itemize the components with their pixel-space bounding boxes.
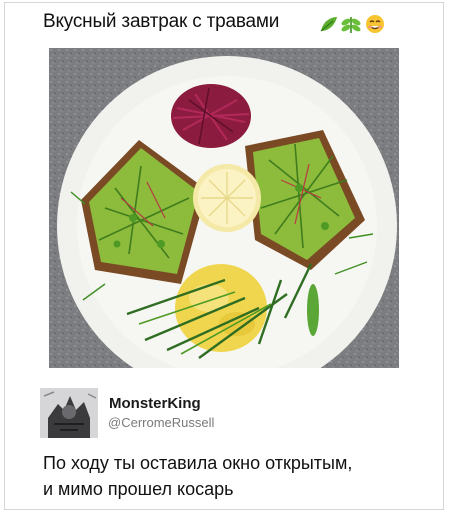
post-caption: Вкусный завтрак с травами: [43, 11, 280, 32]
tweet-text-line: По ходу ты оставила окно открытым,: [43, 453, 353, 473]
tweet-text-line: и мимо прошел косарь: [43, 479, 234, 499]
caption-emojis: [320, 15, 384, 33]
author-name[interactable]: MonsterKing: [109, 395, 201, 412]
breakfast-photo: [49, 48, 399, 368]
tweet-text: По ходу ты оставила окно открытым, и мим…: [43, 450, 443, 502]
avatar[interactable]: [40, 388, 98, 438]
herb-leaf-icon: [320, 17, 337, 32]
herb-sprig-icon: [341, 17, 361, 33]
author-handle[interactable]: @CerromeRussell: [108, 415, 214, 430]
meme-card: Вкусный завтрак с травами MonsterKing @C…: [4, 2, 444, 510]
lemon-slice: [193, 164, 261, 232]
smiling-face-icon: [366, 15, 384, 33]
beet-salad: [171, 84, 251, 148]
